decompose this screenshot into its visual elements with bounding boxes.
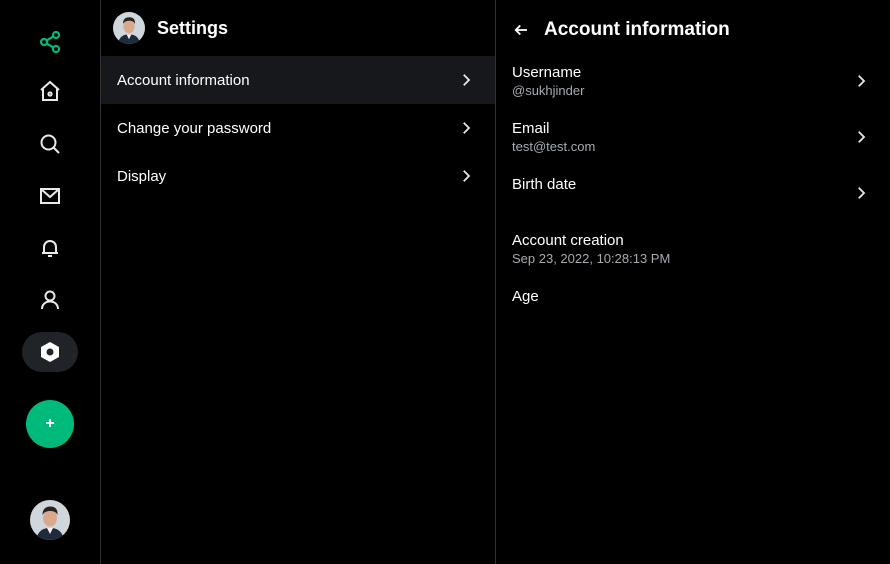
email-value: test@test.com	[512, 139, 596, 154]
username-row[interactable]: Username @sukhjinder	[496, 60, 890, 116]
email-row[interactable]: Email test@test.com	[496, 116, 890, 172]
settings-panel: Settings Account information Change your…	[101, 0, 496, 564]
settings-item-label: Change your password	[117, 119, 272, 137]
settings-icon	[41, 342, 59, 362]
compose-button[interactable]: +	[26, 400, 74, 448]
chevron-right-icon	[463, 170, 471, 182]
birth-date-label: Birth date	[512, 176, 577, 193]
share-logo-icon[interactable]	[30, 22, 70, 62]
age-row: Age	[496, 284, 890, 340]
chevron-right-icon	[463, 74, 471, 86]
profile-icon[interactable]	[30, 280, 70, 320]
settings-header: Settings	[101, 0, 495, 56]
account-creation-label: Account creation	[512, 232, 624, 249]
account-creation-value: Sep 23, 2022, 10:28:13 PM	[512, 251, 671, 266]
chevron-right-icon	[858, 131, 866, 143]
mail-icon[interactable]	[30, 176, 70, 216]
page-title: Settings	[157, 17, 229, 38]
settings-item-display[interactable]: Display	[101, 152, 495, 200]
avatar[interactable]	[113, 12, 145, 44]
navigation-rail: +	[0, 0, 101, 564]
compose-plus-icon: +	[45, 415, 55, 432]
chevron-right-icon	[463, 122, 471, 134]
settings-item-account-information[interactable]: Account information	[101, 56, 495, 104]
back-arrow-icon[interactable]	[512, 21, 530, 39]
settings-nav-button[interactable]	[22, 332, 78, 372]
home-icon[interactable]	[30, 71, 70, 111]
chevron-right-icon	[858, 75, 866, 87]
account-information-title: Account information	[544, 19, 730, 40]
username-value: @sukhjinder	[512, 83, 585, 98]
search-icon[interactable]	[30, 124, 70, 164]
settings-item-label: Display	[117, 167, 167, 185]
avatar[interactable]	[30, 500, 70, 540]
settings-item-label: Account information	[117, 71, 250, 89]
account-creation-row: Account creation Sep 23, 2022, 10:28:13 …	[496, 228, 890, 284]
username-label: Username	[512, 64, 582, 81]
age-label: Age	[512, 288, 539, 305]
account-information-panel: Account information Username @sukhjinder…	[496, 0, 890, 564]
account-header: Account information	[496, 0, 890, 60]
bell-icon[interactable]	[30, 228, 70, 268]
settings-item-change-password[interactable]: Change your password	[101, 104, 495, 152]
birth-date-row[interactable]: Birth date	[496, 172, 890, 228]
chevron-right-icon	[858, 187, 866, 199]
email-label: Email	[512, 120, 550, 137]
app: + Settings Account information Change yo…	[0, 0, 890, 564]
